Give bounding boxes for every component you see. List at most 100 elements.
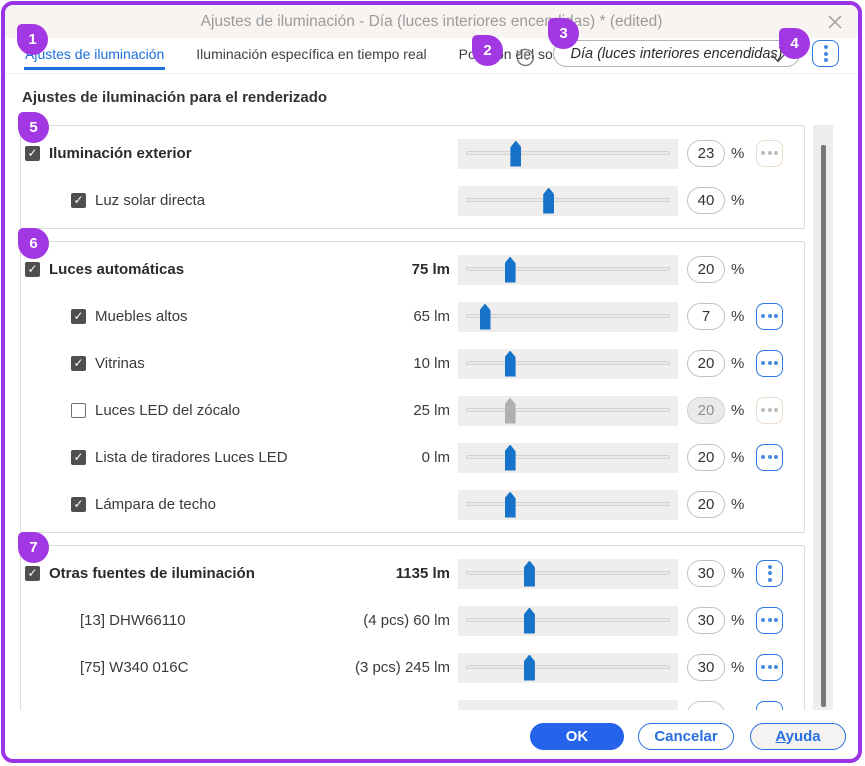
slider-track — [466, 313, 670, 318]
kebab-menu-icon[interactable] — [812, 40, 839, 67]
slider-handle[interactable] — [504, 256, 516, 283]
intensity-value-field[interactable]: 20 — [687, 256, 725, 283]
row-button-slot — [756, 559, 784, 588]
ellipsis-menu-icon[interactable] — [756, 349, 783, 377]
intensity-value-field[interactable]: 30 — [687, 654, 725, 681]
ellipsis-menu-icon[interactable] — [756, 443, 783, 471]
scrollbar-track[interactable] — [813, 125, 833, 710]
dialog-titlebar: Ajustes de iluminación - Día (luces inte… — [5, 5, 858, 38]
intensity-value-field[interactable]: 20 — [687, 491, 725, 518]
intensity-slider[interactable] — [458, 442, 678, 473]
lighting-preset-dropdown[interactable]: Día (luces interiores encendidas) — [553, 40, 800, 67]
row-button-slot — [756, 302, 784, 331]
intensity-value-field[interactable]: 20 — [687, 350, 725, 377]
intensity-value-field[interactable] — [687, 701, 725, 710]
dot — [761, 455, 765, 459]
dot — [761, 361, 765, 365]
checkbox[interactable]: ✓ — [71, 450, 86, 465]
annotation-badge: 4 — [779, 28, 810, 59]
dot — [774, 361, 778, 365]
row-label: Iluminación exterior — [49, 145, 192, 162]
close-icon[interactable] — [824, 11, 846, 33]
row-button-slot — [756, 187, 784, 215]
row-label: Luces LED del zócalo — [95, 402, 241, 419]
dot — [767, 314, 772, 318]
slider-handle[interactable] — [523, 560, 535, 587]
row-label: Otras fuentes de iluminación — [49, 565, 255, 582]
row-label-zone: [13] DHW66110 — [71, 612, 325, 629]
row-label-zone: ✓ Lista de tiradores Luces LED — [71, 449, 325, 466]
intensity-slider[interactable] — [458, 699, 678, 710]
intensity-value-field[interactable]: 40 — [687, 187, 725, 214]
slider-handle[interactable] — [543, 187, 555, 214]
ellipsis-menu-icon[interactable] — [756, 700, 783, 710]
annotation-badge: 2 — [472, 35, 503, 66]
intensity-value-field[interactable]: 7 — [687, 303, 725, 330]
checkbox[interactable]: ✓ — [25, 566, 40, 581]
intensity-slider[interactable] — [458, 254, 678, 285]
help-button[interactable]: Ayuda — [750, 723, 846, 750]
ok-button[interactable]: OK — [530, 723, 624, 750]
slider-handle[interactable] — [504, 350, 516, 377]
intensity-slider[interactable] — [458, 395, 678, 426]
slider-track — [466, 454, 670, 459]
intensity-value-field[interactable]: 23 — [687, 140, 725, 167]
intensity-slider[interactable] — [458, 558, 678, 589]
screenshot-stage: Ajustes de iluminación - Día (luces inte… — [0, 0, 865, 766]
slider-handle[interactable] — [504, 491, 516, 518]
checkbox[interactable]: ✓ — [25, 262, 40, 277]
intensity-slider[interactable] — [458, 652, 678, 683]
dot — [761, 665, 765, 669]
percent-label: % — [731, 612, 745, 629]
annotation-badge: 6 — [18, 228, 49, 259]
ellipsis-menu-icon[interactable] — [756, 606, 783, 634]
intensity-slider[interactable] — [458, 348, 678, 379]
slider-handle[interactable] — [523, 607, 535, 634]
dot — [774, 618, 778, 622]
slider-handle[interactable] — [479, 303, 491, 330]
checkbox[interactable]: ✓ — [71, 356, 86, 371]
kebab-menu-icon[interactable] — [756, 559, 783, 587]
intensity-value-field[interactable]: 20 — [687, 397, 725, 424]
dot — [761, 618, 765, 622]
intensity-slider[interactable] — [458, 138, 678, 169]
row-label: Lámpara de techo — [95, 496, 216, 513]
slider-track — [466, 197, 670, 202]
intensity-value-field[interactable]: 30 — [687, 560, 725, 587]
row-label-zone: ✓ Otras fuentes de iluminación — [25, 565, 325, 582]
checkbox[interactable]: ✓ — [71, 309, 86, 324]
lighting-row — [21, 691, 804, 710]
slider-handle[interactable] — [504, 397, 516, 424]
intensity-slider[interactable] — [458, 185, 678, 216]
slider-handle[interactable] — [523, 654, 535, 681]
cancel-button[interactable]: Cancelar — [638, 723, 734, 750]
lighting-row: ✓ Iluminación exterior 23% — [21, 130, 804, 177]
annotation-badge: 7 — [18, 532, 49, 563]
checkbox[interactable]: ✓ — [71, 193, 86, 208]
slider-track — [466, 501, 670, 506]
intensity-value-field[interactable]: 30 — [687, 607, 725, 634]
intensity-slider[interactable] — [458, 489, 678, 520]
checkbox[interactable] — [71, 403, 86, 418]
intensity-slider[interactable] — [458, 605, 678, 636]
lighting-row: ✓ Vitrinas 10 lm 20% — [21, 340, 804, 387]
checkbox[interactable]: ✓ — [25, 146, 40, 161]
ellipsis-menu-icon[interactable] — [756, 302, 783, 330]
slider-track — [466, 360, 670, 365]
checkbox[interactable]: ✓ — [71, 497, 86, 512]
ellipsis-menu-icon — [756, 139, 783, 167]
percent-label: % — [731, 496, 745, 513]
dot — [767, 151, 772, 155]
row-label: Muebles altos — [95, 308, 188, 325]
slider-handle[interactable] — [504, 444, 516, 471]
dot — [767, 361, 772, 365]
history-clock-icon — [514, 47, 535, 68]
ellipsis-menu-icon[interactable] — [756, 653, 783, 681]
intensity-slider[interactable] — [458, 301, 678, 332]
scrollbar-thumb[interactable] — [821, 145, 826, 707]
slider-handle[interactable] — [510, 140, 522, 167]
dot — [774, 665, 778, 669]
intensity-value-field[interactable]: 20 — [687, 444, 725, 471]
row-label: Luces automáticas — [49, 261, 185, 278]
tab-realtime-specific-lighting[interactable]: Iluminación específica en tiempo real — [195, 42, 427, 70]
